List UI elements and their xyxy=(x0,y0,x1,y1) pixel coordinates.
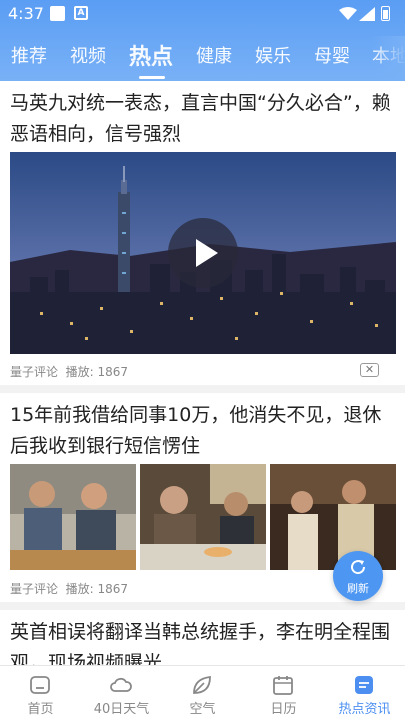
status-time: 4:37 xyxy=(8,4,44,23)
article-image[interactable] xyxy=(270,464,396,570)
battery-icon xyxy=(381,6,390,21)
status-bar: 4:37 A xyxy=(0,0,405,28)
article-image[interactable] xyxy=(10,464,136,570)
nav-weather[interactable]: 40日天气 xyxy=(81,666,162,720)
nav-label: 首页 xyxy=(27,702,54,717)
image-couple-indoor xyxy=(270,464,396,570)
article-title[interactable]: 15年前我借给同事10万，他消失不见，退休后我收到银行短信愣住 xyxy=(10,400,398,462)
leaf-icon xyxy=(193,675,211,694)
tab-recommend[interactable]: 推荐 xyxy=(11,42,47,68)
nav-home[interactable]: 首页 xyxy=(0,666,81,720)
refresh-button[interactable]: 刷新 xyxy=(333,551,383,601)
tab-maternal[interactable]: 母婴 xyxy=(314,42,350,68)
active-tab-indicator xyxy=(139,76,165,79)
tab-video[interactable]: 视频 xyxy=(70,42,106,68)
article-source: 量子评论 播放: 1867 xyxy=(10,580,128,597)
cloud-icon xyxy=(110,677,132,692)
bottom-navigation: 首页 40日天气 空气 日历 热点资讯 xyxy=(0,665,405,720)
play-count: 播放: 1867 xyxy=(65,582,129,596)
tab-fade xyxy=(371,36,405,80)
dismiss-icon[interactable]: ✕ xyxy=(360,363,379,377)
nav-label: 热点资讯 xyxy=(338,702,391,717)
calendar-icon xyxy=(273,676,293,695)
status-indicators xyxy=(339,6,395,22)
divider xyxy=(0,602,405,610)
refresh-icon xyxy=(351,560,366,575)
divider xyxy=(0,385,405,393)
signal-icon xyxy=(359,7,375,21)
app-notification-icon: A xyxy=(74,6,88,20)
home-icon xyxy=(30,676,50,694)
news-icon xyxy=(355,676,373,694)
article-title[interactable]: 英首相误将翻译当韩总统握手，李在明全程围观，现场视频曝光 xyxy=(10,617,398,665)
app-header: 4:37 A 推荐 视频 热点 健康 娱乐 母婴 本地 xyxy=(0,0,405,81)
nav-label: 空气 xyxy=(189,702,216,717)
tab-entertainment[interactable]: 娱乐 xyxy=(255,42,291,68)
tab-hot[interactable]: 热点 xyxy=(129,39,173,71)
image-two-men xyxy=(10,464,136,570)
play-count: 播放: 1867 xyxy=(65,365,129,379)
nav-air[interactable]: 空气 xyxy=(162,666,243,720)
article-image[interactable] xyxy=(140,464,266,570)
notification-icon xyxy=(50,6,65,21)
article-source: 量子评论 播放: 1867 xyxy=(10,363,128,380)
source-name: 量子评论 xyxy=(10,582,59,596)
nav-label: 40日天气 xyxy=(93,702,150,717)
image-dining-scene xyxy=(140,464,266,570)
nav-calendar[interactable]: 日历 xyxy=(243,666,324,720)
article-title[interactable]: 马英九对统一表态，直言中国“分久必合”，赖恶语相向，信号强烈 xyxy=(10,88,398,150)
wifi-icon xyxy=(339,7,357,20)
tab-health[interactable]: 健康 xyxy=(196,42,232,68)
nav-hot-news[interactable]: 热点资讯 xyxy=(324,666,405,720)
refresh-label: 刷新 xyxy=(347,582,369,595)
nav-label: 日历 xyxy=(270,702,297,717)
source-name: 量子评论 xyxy=(10,365,59,379)
play-button[interactable] xyxy=(168,218,238,288)
category-tabs: 推荐 视频 热点 健康 娱乐 母婴 本地 xyxy=(0,36,405,80)
video-thumbnail[interactable] xyxy=(10,152,396,354)
